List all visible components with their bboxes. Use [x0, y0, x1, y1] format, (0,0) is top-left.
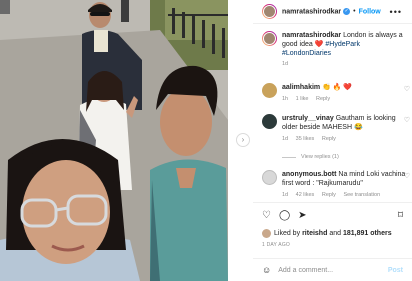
- bookmark-icon[interactable]: ⌑: [398, 211, 403, 221]
- view-replies-label: View replies (1): [301, 154, 339, 160]
- verified-badge-icon: ✓: [343, 7, 351, 15]
- comment-item: anonymous.bott Na mind Loki vachina firs…: [262, 170, 410, 200]
- comment-time: 1h: [282, 96, 289, 102]
- likes-middle: and: [327, 230, 343, 237]
- comment-time: 1d: [282, 136, 289, 142]
- reply-button[interactable]: Reply: [322, 136, 336, 142]
- commenter-avatar[interactable]: [262, 114, 277, 129]
- like-comment-heart-icon[interactable]: ♡: [404, 85, 410, 93]
- more-options-icon[interactable]: •••: [390, 7, 402, 17]
- comment-likes[interactable]: 1 like: [296, 96, 309, 102]
- author-avatar[interactable]: [262, 4, 277, 19]
- comment-time: 1d: [282, 192, 289, 198]
- replies-divider: [282, 156, 296, 158]
- post-caption: namratashirodkar London is always a good…: [262, 31, 410, 67]
- comment-text: 👏 🔥 ❤️: [322, 84, 353, 91]
- reply-button[interactable]: Reply: [322, 192, 336, 198]
- caption-avatar[interactable]: [262, 31, 277, 46]
- likes-prefix: Liked by: [274, 230, 301, 237]
- like-comment-heart-icon[interactable]: ♡: [404, 172, 410, 180]
- chevron-right-icon: ›: [241, 135, 245, 144]
- likes-count[interactable]: 181,891 others: [343, 230, 392, 237]
- like-heart-icon[interactable]: ♡: [262, 211, 271, 221]
- caption-username[interactable]: namratashirodkar: [282, 32, 341, 39]
- comment-item: urstruly__vinay Gautham is looking older…: [262, 114, 410, 144]
- caption-age: 1d: [282, 61, 289, 67]
- add-comment-bar: ☺ Add a comment... Post: [253, 258, 412, 281]
- post-comment-button[interactable]: Post: [388, 267, 403, 274]
- comment-item: aalimhakim 👏 🔥 ❤️ 1h 1 like Reply ♡: [262, 83, 410, 104]
- comment-likes[interactable]: 42 likes: [296, 192, 315, 198]
- post-header: namratashirodkar ✓ • Follow •••: [253, 0, 412, 24]
- like-comment-heart-icon[interactable]: ♡: [404, 116, 410, 124]
- liker-username[interactable]: riteishd: [302, 230, 327, 237]
- comment-bubble-icon[interactable]: ◯: [279, 211, 290, 221]
- likes-summary: Liked by riteishd and 181,891 others: [262, 229, 403, 238]
- author-username[interactable]: namratashirodkar: [282, 8, 341, 15]
- commenter-username[interactable]: aalimhakim: [282, 84, 320, 91]
- share-paper-plane-icon[interactable]: ➤: [298, 211, 306, 221]
- next-photo-button[interactable]: ›: [236, 133, 250, 147]
- reply-button[interactable]: Reply: [316, 96, 330, 102]
- post-timestamp: 1 DAY AGO: [262, 242, 291, 248]
- comment-likes[interactable]: 35 likes: [296, 136, 315, 142]
- follow-button[interactable]: Follow: [359, 8, 381, 15]
- emoji-smiley-icon[interactable]: ☺: [262, 265, 271, 275]
- post-actions: ♡ ◯ ➤ ⌑ Liked by riteishd and 181,891 ot…: [253, 202, 412, 248]
- commenter-username[interactable]: anonymous.bott: [282, 171, 336, 178]
- post-photo[interactable]: [0, 0, 228, 281]
- view-replies-link[interactable]: View replies (1): [282, 154, 339, 160]
- commenter-avatar[interactable]: [262, 83, 277, 98]
- see-translation-link[interactable]: See translation: [343, 192, 380, 198]
- photo-illustration: [0, 0, 228, 281]
- add-comment-input[interactable]: Add a comment...: [278, 267, 388, 274]
- separator-dot: •: [353, 8, 356, 16]
- commenter-username[interactable]: urstruly__vinay: [282, 115, 334, 122]
- post-side-panel: namratashirodkar ✓ • Follow ••• namratashir…: [253, 0, 412, 281]
- commenter-avatar[interactable]: [262, 170, 277, 185]
- liker-avatar[interactable]: [262, 229, 271, 238]
